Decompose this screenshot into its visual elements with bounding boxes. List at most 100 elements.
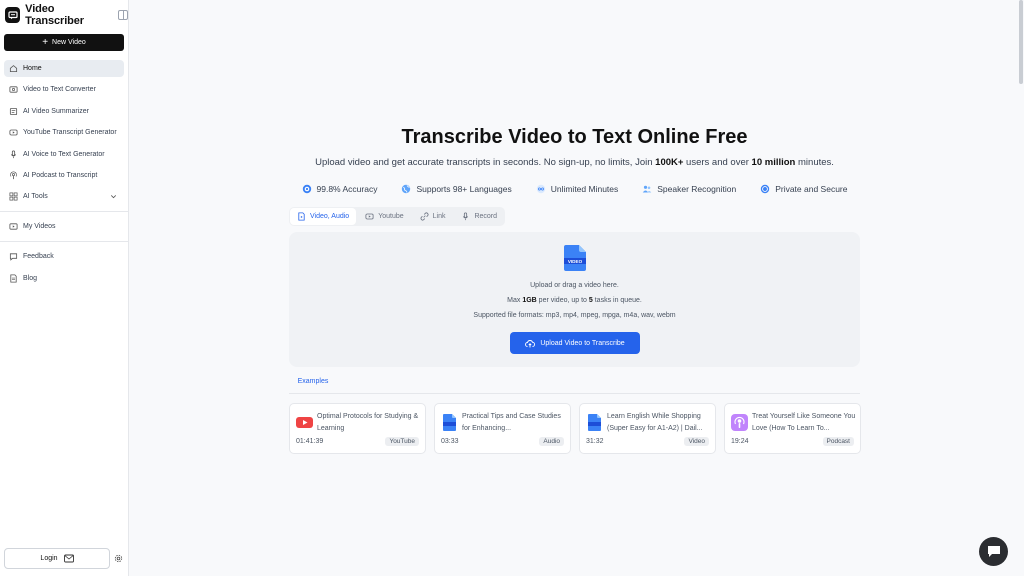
transcriber-logo-icon bbox=[5, 7, 21, 23]
tab-label: Link bbox=[432, 213, 446, 220]
feature-label: Speaker Recognition bbox=[657, 184, 737, 194]
sidebar-item-label: Video to Text Converter bbox=[23, 86, 96, 94]
sidebar-item-label: Feedback bbox=[23, 253, 54, 261]
sidebar-item-ai-summarizer[interactable]: AI Video Summarizer bbox=[4, 103, 124, 120]
divider bbox=[289, 393, 860, 394]
sidebar-nav: Home Video to Text Converter AI Video Su… bbox=[0, 60, 128, 291]
feature-list: 99.8% Accuracy Supports 98+ Languages Un… bbox=[129, 184, 1020, 194]
tab-label: Record bbox=[474, 213, 498, 220]
feature-speaker: Speaker Recognition bbox=[642, 184, 736, 194]
example-duration: 19:24 bbox=[731, 438, 749, 445]
feature-languages: Supports 98+ Languages bbox=[401, 184, 512, 194]
login-button[interactable]: Login bbox=[4, 548, 110, 569]
brand[interactable]: Video Transcriber bbox=[5, 3, 128, 27]
blog-icon bbox=[10, 274, 17, 283]
sidebar-item-my-videos[interactable]: My Videos bbox=[4, 218, 124, 235]
example-card[interactable]: Optimal Protocols for Studying & Learnin… bbox=[289, 403, 426, 454]
plus-icon: + bbox=[42, 36, 49, 48]
brand-title: Video Transcriber bbox=[25, 3, 84, 27]
feature-label: 99.8% Accuracy bbox=[316, 184, 378, 194]
sidebar-item-label: AI Video Summarizer bbox=[23, 107, 90, 115]
podcast-icon bbox=[731, 414, 748, 431]
feature-label: Private and Secure bbox=[775, 184, 848, 194]
example-card[interactable]: Treat Yourself Like Someone You Love (Ho… bbox=[724, 403, 861, 454]
tab-link[interactable]: Link bbox=[413, 208, 453, 225]
gear-icon[interactable] bbox=[114, 554, 123, 563]
video-icon bbox=[9, 86, 18, 93]
upload-formats: Supported file formats: mp3, mp4, mpeg, … bbox=[473, 312, 676, 319]
folder-icon bbox=[9, 223, 18, 230]
example-source-badge: YouTube bbox=[385, 437, 419, 446]
feedback-icon bbox=[9, 253, 18, 262]
sidebar-item-label: Home bbox=[23, 65, 42, 72]
sidebar-item-youtube-transcript[interactable]: YouTube Transcript Generator bbox=[4, 124, 124, 141]
scrollbar[interactable] bbox=[1019, 0, 1023, 84]
mic-icon bbox=[463, 212, 469, 221]
page-subtitle: Upload video and get accurate transcript… bbox=[315, 157, 834, 168]
example-card[interactable]: Practical Tips and Case Studies for Enha… bbox=[434, 403, 571, 454]
example-card[interactable]: Learn English While Shopping (Super Easy… bbox=[579, 403, 716, 454]
sidebar-item-home[interactable]: Home bbox=[4, 60, 124, 77]
example-source-badge: Audio bbox=[539, 437, 564, 446]
upload-dropzone[interactable]: VIDEO Upload or drag a video here. Max 1… bbox=[289, 232, 860, 367]
sidebar-item-label: AI Voice to Text Generator bbox=[23, 150, 105, 158]
sidebar-item-ai-tools[interactable]: AI Tools bbox=[4, 188, 124, 205]
upload-limits: Max 1GB per video, up to 5 tasks in queu… bbox=[507, 297, 642, 304]
sidebar-item-label: YouTube Transcript Generator bbox=[23, 129, 117, 137]
globe-icon bbox=[402, 184, 411, 194]
sidebar-item-blog[interactable]: Blog bbox=[4, 270, 124, 287]
feature-label: Supports 98+ Languages bbox=[416, 184, 512, 194]
podcast-icon bbox=[10, 171, 17, 180]
sidebar-item-label: Blog bbox=[23, 274, 38, 282]
sidebar-item-feedback[interactable]: Feedback bbox=[4, 248, 124, 265]
sidebar-item-label: My Videos bbox=[23, 223, 56, 231]
feature-label: Unlimited Minutes bbox=[550, 184, 619, 194]
sidebar-item-podcast[interactable]: AI Podcast to Transcript bbox=[4, 167, 124, 184]
sidebar-item-label: AI Podcast to Transcript bbox=[23, 171, 98, 179]
video-file-icon: VIDEO bbox=[564, 245, 586, 271]
tab-examples[interactable]: Examples bbox=[289, 376, 337, 394]
example-source-badge: Podcast bbox=[822, 437, 854, 446]
chat-button[interactable] bbox=[979, 537, 1008, 566]
new-video-button[interactable]: + New Video bbox=[4, 34, 124, 51]
tab-record[interactable]: Record bbox=[454, 208, 504, 225]
tab-youtube[interactable]: Youtube bbox=[358, 208, 410, 225]
chat-icon bbox=[987, 546, 1000, 557]
file-type-label: VIDEO bbox=[568, 259, 583, 264]
media-icon bbox=[298, 212, 305, 221]
example-duration: 03:33 bbox=[441, 438, 459, 445]
upload-video-button[interactable]: Upload Video to Transcribe bbox=[510, 332, 640, 354]
tab-label: Video, Audio bbox=[310, 213, 350, 220]
example-title: Practical Tips and Case Studies for Enha… bbox=[462, 413, 561, 432]
shield-icon bbox=[760, 184, 770, 194]
upload-button-label: Upload Video to Transcribe bbox=[540, 339, 625, 347]
feature-accuracy: 99.8% Accuracy bbox=[302, 184, 378, 194]
sidebar-item-label: AI Tools bbox=[23, 193, 48, 201]
tab-label: Youtube bbox=[378, 213, 404, 220]
target-icon bbox=[302, 184, 311, 194]
grid-icon bbox=[9, 192, 18, 201]
summary-icon bbox=[9, 107, 18, 115]
sidebar-toggle-icon[interactable] bbox=[118, 10, 128, 20]
audio-file-icon bbox=[443, 414, 456, 431]
feature-secure: Private and Secure bbox=[760, 184, 847, 194]
cloud-upload-icon bbox=[525, 339, 536, 347]
mail-icon bbox=[63, 554, 74, 563]
chevron-down-icon bbox=[110, 195, 117, 199]
divider bbox=[0, 241, 128, 243]
infinity-icon bbox=[536, 184, 545, 194]
tab-video-audio[interactable]: Video, Audio bbox=[290, 208, 357, 225]
feature-unlimited: Unlimited Minutes bbox=[536, 184, 619, 194]
sidebar-item-video-to-text[interactable]: Video to Text Converter bbox=[4, 81, 124, 98]
main-content: Transcribe Video to Text Online Free Upl… bbox=[129, 0, 1024, 576]
youtube-icon bbox=[296, 417, 313, 428]
example-title: Treat Yourself Like Someone You Love (Ho… bbox=[752, 413, 856, 432]
sidebar-item-voice-to-text[interactable]: AI Voice to Text Generator bbox=[4, 146, 124, 163]
new-video-label: New Video bbox=[52, 39, 86, 46]
upload-source-tabs: Video, Audio Youtube Link Record bbox=[289, 207, 506, 226]
youtube-icon bbox=[9, 129, 18, 136]
example-duration: 01:41:39 bbox=[296, 438, 324, 445]
example-title: Optimal Protocols for Studying & Learnin… bbox=[317, 413, 419, 432]
link-icon bbox=[420, 212, 429, 221]
divider bbox=[0, 211, 128, 213]
